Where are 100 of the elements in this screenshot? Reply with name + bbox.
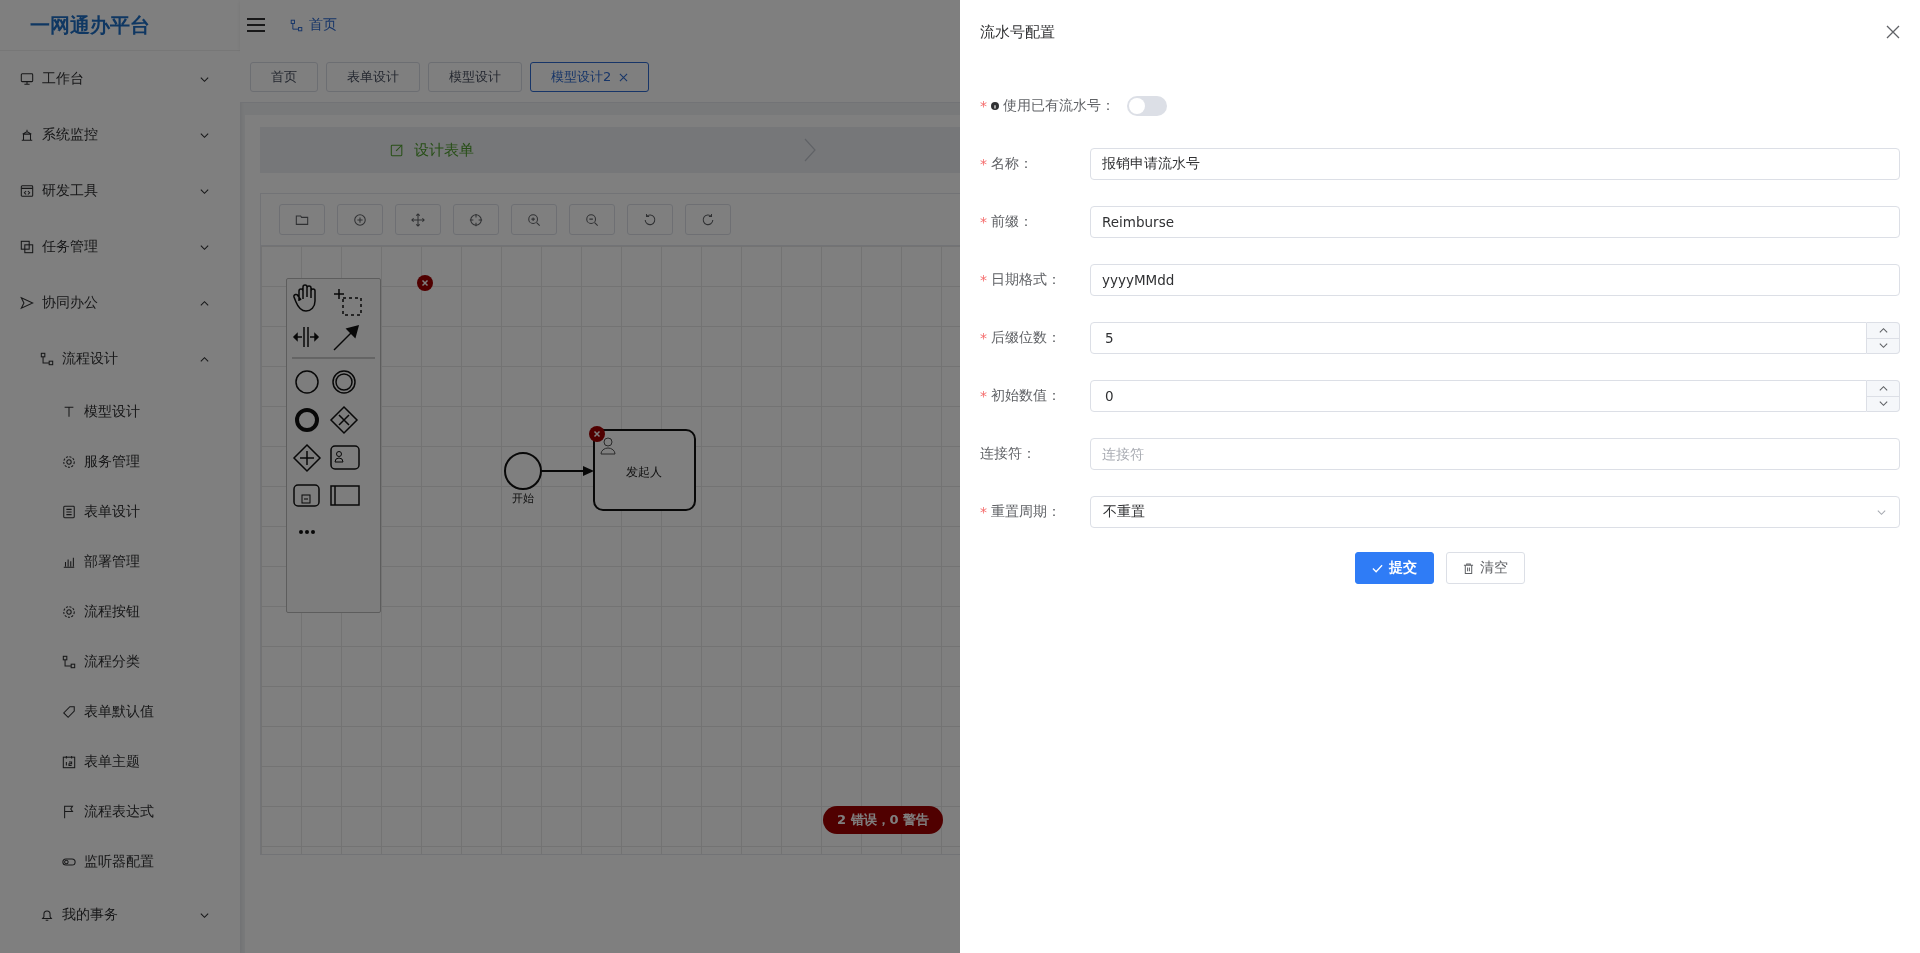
- tag-icon: [62, 705, 76, 719]
- toggle-switch[interactable]: [1127, 96, 1167, 116]
- number-input-field[interactable]: 5: [1090, 322, 1867, 354]
- calendar-icon: [62, 755, 76, 769]
- sidebar-item[interactable]: 工作台: [0, 51, 240, 107]
- check-icon: [1372, 562, 1383, 574]
- document-icon: [62, 505, 76, 519]
- flow-nodes-icon: [290, 18, 303, 32]
- subprocess-icon[interactable]: [293, 484, 320, 507]
- required-mark: *: [980, 388, 987, 404]
- input-field[interactable]: yyyyMMdd: [1090, 264, 1900, 296]
- sequence-flow-arrow[interactable]: [540, 466, 594, 476]
- required-mark: *: [980, 504, 987, 520]
- space-tool-icon[interactable]: [292, 326, 320, 348]
- parallel-gateway-icon[interactable]: [292, 443, 322, 473]
- field-label: 名称：: [991, 155, 1033, 173]
- tab[interactable]: 首页: [250, 62, 318, 92]
- field-label: 重置周期：: [991, 503, 1061, 521]
- breadcrumb-link[interactable]: 首页: [290, 16, 337, 34]
- exclusive-gateway-icon[interactable]: [329, 405, 359, 435]
- hand-tool-icon[interactable]: [293, 284, 316, 312]
- flag-icon: [62, 805, 76, 819]
- sidebar-item[interactable]: 协同办公: [0, 275, 240, 331]
- number-input-field[interactable]: 0: [1090, 380, 1867, 412]
- sidebar-item[interactable]: 表单设计: [0, 487, 240, 537]
- gear-icon: [62, 455, 76, 469]
- sidebar-item[interactable]: 任务管理: [0, 219, 240, 275]
- send-icon: [20, 296, 34, 310]
- trash-icon: [1463, 562, 1474, 574]
- required-mark: *: [980, 214, 987, 230]
- required-mark: *: [980, 330, 987, 346]
- toggle-icon: [62, 855, 76, 869]
- required-mark: *: [980, 98, 987, 114]
- menu-icon[interactable]: [246, 17, 266, 33]
- code-window-icon: [20, 184, 34, 198]
- flow-nodes-icon: [40, 352, 54, 366]
- tab[interactable]: 模型设计2: [530, 62, 650, 92]
- zoom-out-icon: [585, 212, 599, 227]
- field-label: 使用已有流水号：: [1003, 97, 1115, 115]
- field-label: 前缀：: [991, 213, 1033, 231]
- error-marker-icon: [589, 426, 605, 442]
- sidebar-item[interactable]: 研发工具: [0, 163, 240, 219]
- sidebar-item[interactable]: 我的事务: [0, 887, 240, 943]
- intermediate-event-icon[interactable]: [332, 370, 356, 394]
- sidebar-item[interactable]: 表单主题: [0, 737, 240, 787]
- tab[interactable]: 模型设计: [428, 62, 522, 92]
- error-status-badge[interactable]: 2 错误，0 警告: [823, 806, 944, 834]
- tab[interactable]: 表单设计: [326, 62, 420, 92]
- task-label: 发起人: [626, 465, 662, 479]
- field-label: 后缀位数：: [991, 329, 1061, 347]
- end-event-icon[interactable]: [295, 408, 319, 432]
- required-mark: *: [980, 272, 987, 288]
- user-task-icon[interactable]: [330, 445, 360, 470]
- required-mark: *: [980, 156, 987, 172]
- input-field[interactable]: Reimburse: [1090, 206, 1900, 238]
- lasso-tool-icon[interactable]: [333, 288, 362, 316]
- input-field[interactable]: 报销申请流水号: [1090, 148, 1900, 180]
- flow-nodes-icon: [62, 655, 76, 669]
- toolbar-button[interactable]: [453, 204, 499, 235]
- monitor-icon: [20, 72, 34, 86]
- building-icon: [20, 128, 34, 142]
- input-field[interactable]: 连接符: [1090, 438, 1900, 470]
- crosshair-icon: [469, 212, 483, 227]
- toolbar-button[interactable]: [279, 204, 325, 235]
- drawer-title: 流水号配置: [980, 22, 1055, 42]
- sidebar-item[interactable]: 流程分类: [0, 637, 240, 687]
- select-field[interactable]: 不重置: [1090, 496, 1900, 528]
- sidebar-item[interactable]: 流程设计: [0, 331, 240, 387]
- sidebar-item[interactable]: 系统监控: [0, 107, 240, 163]
- move-icon: [411, 212, 425, 227]
- more-icon[interactable]: [299, 530, 315, 534]
- submit-button[interactable]: 提交: [1355, 552, 1434, 584]
- redo-icon: [701, 212, 715, 227]
- sidebar-item[interactable]: 部署管理: [0, 537, 240, 587]
- connect-arrow-icon[interactable]: [333, 324, 360, 351]
- user-task-node[interactable]: [593, 429, 696, 511]
- start-event[interactable]: [504, 452, 542, 490]
- plus-circle-icon: [353, 212, 367, 227]
- sidebar-item[interactable]: 流程按钮: [0, 587, 240, 637]
- sidebar-item[interactable]: 流程表达式: [0, 787, 240, 837]
- start-event-icon[interactable]: [295, 370, 319, 394]
- close-icon[interactable]: [1886, 25, 1900, 39]
- bell-icon: [40, 908, 54, 922]
- field-label: 连接符：: [980, 445, 1036, 463]
- zoom-in-icon: [527, 212, 541, 227]
- gear-icon: [62, 605, 76, 619]
- sidebar-item[interactable]: 监听器配置: [0, 837, 240, 887]
- folder-icon: [295, 212, 309, 227]
- undo-icon: [643, 212, 657, 227]
- field-label: 日期格式：: [991, 271, 1061, 289]
- edit-icon: [390, 143, 404, 157]
- clear-button[interactable]: 清空: [1446, 552, 1525, 584]
- pool-icon[interactable]: [330, 485, 360, 506]
- event-label: 开始: [512, 492, 534, 505]
- sidebar-item[interactable]: 模型设计: [0, 387, 240, 437]
- copy-icon: [20, 240, 34, 254]
- sidebar-item[interactable]: 表单默认值: [0, 687, 240, 737]
- text-icon: [62, 405, 76, 419]
- close-icon[interactable]: [619, 72, 629, 82]
- sidebar-item[interactable]: 服务管理: [0, 437, 240, 487]
